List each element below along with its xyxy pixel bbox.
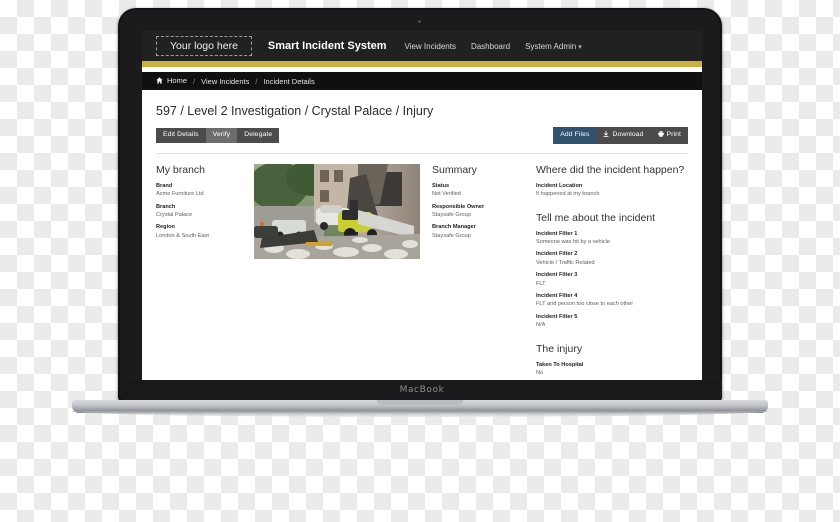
field-label: Incident Filter 5 [536,313,578,320]
field-value: Staysafe Group [432,212,471,219]
action-toolbar: Edit Details Verify Delegate Add Files D… [156,127,688,144]
divider [156,152,688,154]
field-value: London & South East [156,232,209,239]
nav-link-view-incidents[interactable]: View Incidents [405,42,456,51]
chevron-down-icon: ▾ [578,43,582,51]
print-button-label: Print [666,131,681,138]
laptop-lid: Your logo here Smart Incident System Vie… [118,8,722,402]
delegate-button[interactable]: Delegate [237,128,280,143]
field-label: Responsible Owner [432,203,485,210]
top-navbar: Your logo here Smart Incident System Vie… [142,31,702,61]
laptop-base-notch [377,400,463,405]
secondary-actions: Add Files Download Print [553,127,688,144]
print-button[interactable]: Print [650,127,688,144]
field-value: It happened at my branch [536,191,600,198]
top-section: My branch Brand Acme Furniture Ltd Branc… [156,163,688,382]
tell-me-heading: Tell me about the incident [536,211,656,224]
breadcrumb-separator: / [255,76,258,86]
status-badge: Not Verified [432,191,461,198]
field-value: N/A [536,322,546,329]
incident-photo-image [254,163,420,259]
summary-panel: Summary Status Not Verified Responsible … [432,164,524,382]
field-label: Branch [156,203,176,210]
breadcrumb-home-label: Home [167,76,188,85]
field-value: Acme Furniture Ltd [156,191,204,198]
download-icon [603,131,609,140]
breadcrumb-incident-details: Incident Details [263,76,315,86]
nav-link-system-admin-label: System Admin [525,41,577,51]
home-icon [156,77,163,86]
breadcrumb-view-incidents[interactable]: View Incidents [201,77,249,86]
add-files-button[interactable]: Add Files [553,127,597,144]
field-value: FLT [536,280,546,287]
laptop-chin: MacBook [122,380,722,400]
field-value: Vehicle / Traffic Related [536,259,595,266]
page-body: 597 / Level 2 Investigation / Crystal Pa… [142,90,702,382]
incident-photo[interactable] [254,163,420,382]
incident-location-panel: Where did the incident happen? Incident … [536,164,702,382]
edit-details-button[interactable]: Edit Details [156,128,206,143]
field-value: Someone was hit by a vehicle [536,239,611,246]
breadcrumb: Home / View Incidents / Incident Details [142,72,702,90]
field-label: Incident Filter 1 [536,230,578,237]
where-heading: Where did the incident happen? [536,163,685,176]
macbook-mockup: Your logo here Smart Incident System Vie… [72,8,768,423]
field-value: Staysafe Group [432,232,471,239]
field-value: FLT and person too close to each other [536,301,634,308]
field-label: Brand [156,182,173,189]
verify-button[interactable]: Verify [205,128,238,143]
field-label: Incident Filter 4 [536,293,578,300]
field-label: Taken To Hospital [536,361,584,368]
field-label: Branch Manager [432,224,476,231]
injury-heading: The injury [536,342,583,355]
download-button-label: Download [612,131,644,138]
field-label: Incident Location [536,182,583,189]
app-brand-title: Smart Incident System [267,40,387,52]
field-label: Status [432,182,450,189]
logo-placeholder[interactable]: Your logo here [156,36,252,56]
my-branch-heading: My branch [156,163,206,176]
page-title: 597 / Level 2 Investigation / Crystal Pa… [156,104,434,118]
my-branch-panel: My branch Brand Acme Furniture Ltd Branc… [156,164,242,382]
laptop-bezel: Your logo here Smart Incident System Vie… [120,10,722,400]
nav-link-dashboard[interactable]: Dashboard [471,42,510,51]
field-value: Crystal Palace [156,212,193,219]
breadcrumb-separator: / [193,76,196,86]
device-label: MacBook [399,385,445,395]
field-value: No [536,370,544,377]
field-label: Incident Filter 2 [536,251,578,258]
screen-content: Your logo here Smart Incident System Vie… [142,31,702,382]
summary-heading: Summary [432,163,477,176]
breadcrumb-home[interactable]: Home [156,76,187,86]
download-button[interactable]: Download [596,127,651,144]
laptop-base-shadow [72,411,768,417]
field-label: Incident Filter 3 [536,272,578,279]
printer-icon [657,131,664,140]
primary-actions: Edit Details Verify Delegate [156,128,280,143]
nav-link-system-admin[interactable]: System Admin ▾ [525,42,582,51]
field-label: Region [156,224,175,231]
webcam-icon [418,20,421,23]
